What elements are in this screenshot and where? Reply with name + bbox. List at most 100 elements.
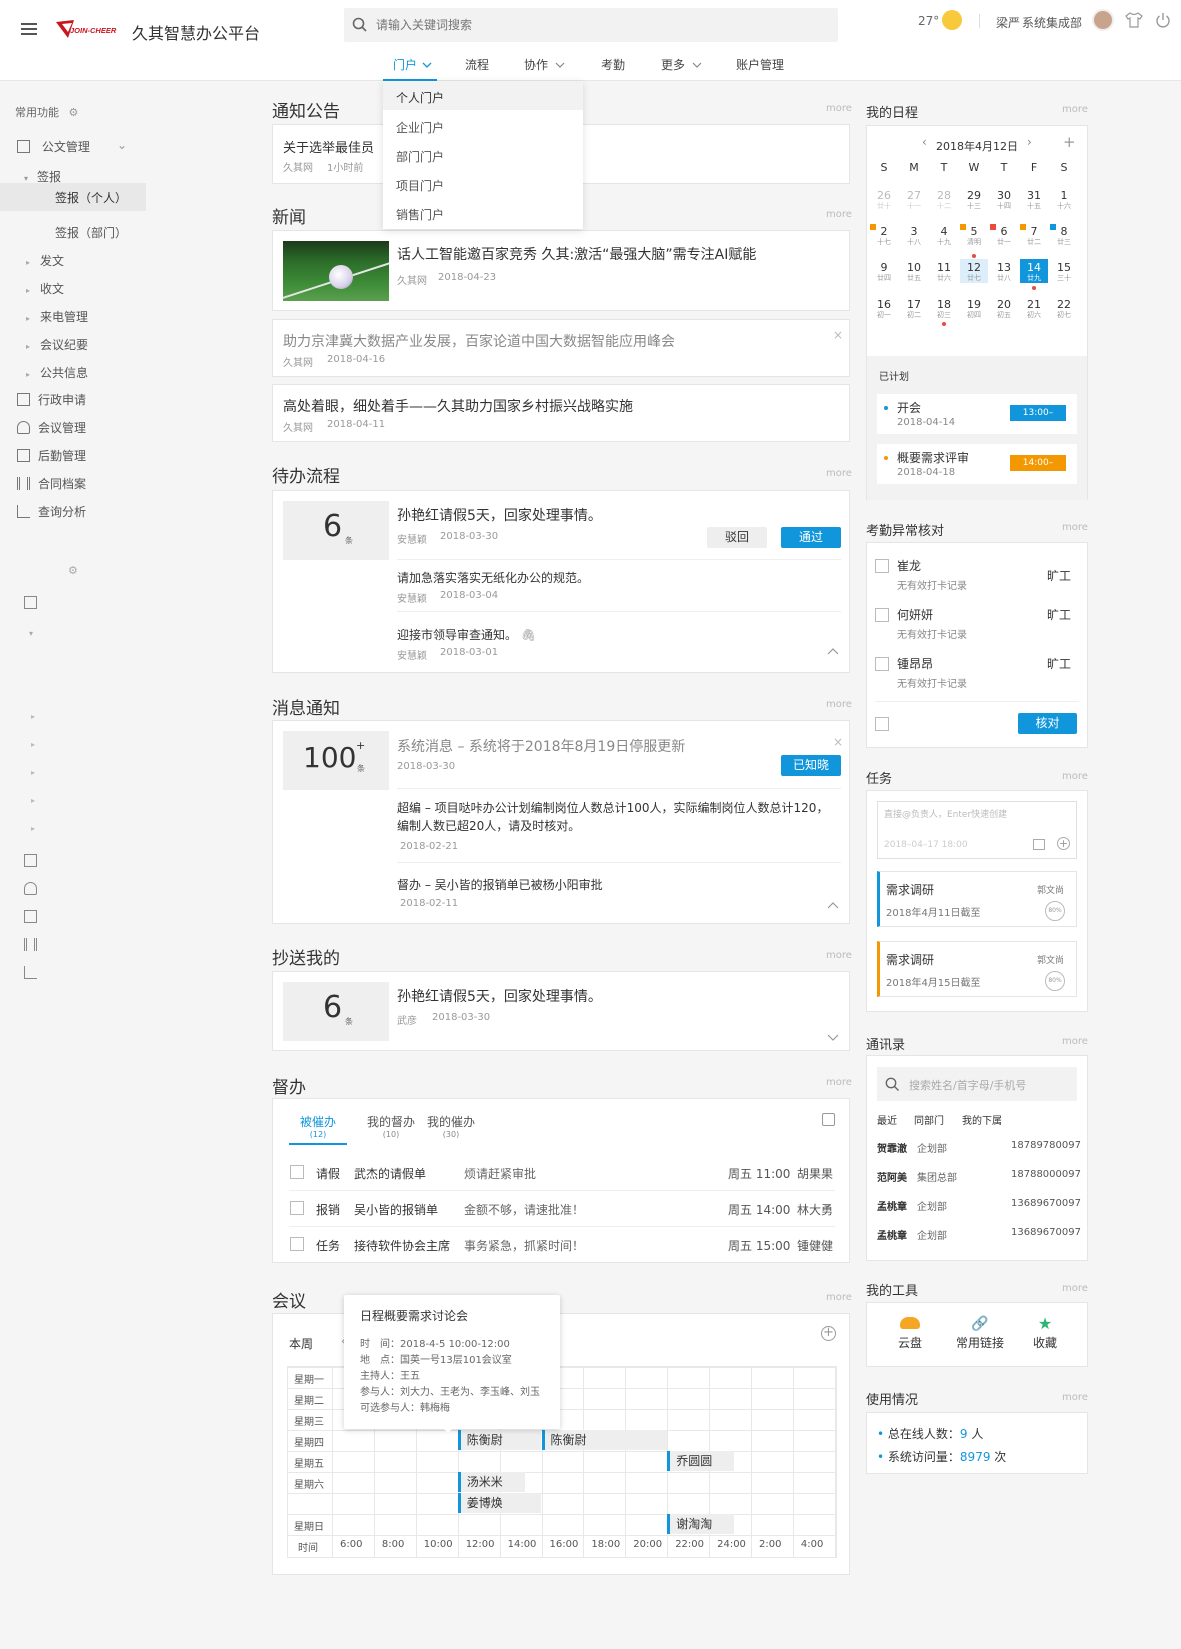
- box-icon[interactable]: [24, 910, 37, 923]
- dropdown-item-department[interactable]: 部门门户: [396, 148, 444, 165]
- calendar-day[interactable]: 9 廿四: [870, 262, 898, 283]
- plan-item[interactable]: 开会 2018-04-14 13:00–16:00: [877, 394, 1077, 434]
- row-checkbox[interactable]: [290, 1201, 304, 1215]
- calendar-icon[interactable]: [1033, 839, 1045, 850]
- tab-portal[interactable]: 门户: [383, 56, 437, 81]
- tab-urged[interactable]: 被催办 (12): [289, 1113, 347, 1145]
- chevron-down-icon[interactable]: [827, 1031, 839, 1045]
- task-item[interactable]: 需求调研 郭文尚 2018年4月11日截至 80%: [877, 871, 1077, 927]
- calendar-day[interactable]: 10 廿五: [900, 262, 928, 283]
- todo-more-link[interactable]: more: [826, 468, 852, 479]
- sidebar-item-signing-personal[interactable]: 签报（个人）: [0, 183, 146, 211]
- document-icon[interactable]: [24, 596, 37, 609]
- add-icon[interactable]: +: [821, 1326, 836, 1341]
- sidebar-item-calls[interactable]: ▸ 来电管理: [26, 308, 88, 325]
- power-icon[interactable]: [1155, 12, 1171, 31]
- plan-item[interactable]: 概要需求评审 2018-04-18 14:00–17:00: [877, 444, 1077, 484]
- calendar-day[interactable]: 18 初三: [930, 299, 958, 320]
- checklist-icon[interactable]: [822, 1113, 835, 1126]
- attendance-item[interactable]: 何妍妍 无有效打卡记录 旷工: [875, 602, 1079, 648]
- task-input-box[interactable]: 直接@负责人，Enter快速创建 2018–04–17 18:00 +: [877, 801, 1077, 859]
- search-input[interactable]: [376, 15, 816, 35]
- messages-more-link[interactable]: more: [826, 699, 852, 710]
- todo-item[interactable]: 迎接市领导审查通知。 🖇: [397, 626, 536, 643]
- sidebar-item-outgoing[interactable]: ▸ 发文: [26, 252, 64, 269]
- select-all-checkbox[interactable]: [875, 717, 889, 731]
- reject-button[interactable]: 驳回: [707, 527, 767, 548]
- tab-attendance[interactable]: 考勤: [601, 56, 625, 73]
- archive-icon[interactable]: [24, 938, 37, 951]
- contacts-tab-department[interactable]: 同部门: [914, 1112, 944, 1127]
- sidebar-item-minutes[interactable]: ▸ 会议纪要: [26, 336, 88, 353]
- sidebar-item-admin[interactable]: 行政申请: [17, 391, 86, 408]
- attendance-item[interactable]: 崔龙 无有效打卡记录 旷工: [875, 553, 1079, 599]
- skin-icon[interactable]: [1125, 12, 1143, 31]
- tab-account[interactable]: 账户管理: [736, 56, 784, 73]
- news-item[interactable]: 高处着眼，细处着手——久其助力国家乡村振兴战略实施 久其网 2018-04-11: [272, 384, 850, 442]
- contacts-tab-subordinates[interactable]: 我的下属: [962, 1112, 1002, 1127]
- chevron-right-icon[interactable]: ▸: [31, 768, 35, 777]
- news-title[interactable]: 高处着眼，细处着手——久其助力国家乡村振兴战略实施: [283, 396, 633, 416]
- sidebar-item-public-info[interactable]: ▸ 公共信息: [26, 364, 88, 381]
- contact-row[interactable]: 范阿美 集团总部 18788000097: [877, 1169, 1081, 1191]
- news-title[interactable]: 助力京津冀大数据产业发展，百家论道中国大数据智能应用峰会: [283, 331, 675, 351]
- gear-icon[interactable]: ⚙: [68, 564, 78, 577]
- calendar-day[interactable]: 20 初五: [990, 299, 1018, 320]
- tab-my-urge[interactable]: 我的催办 (30): [423, 1113, 479, 1139]
- calendar-day[interactable]: 4 十九: [930, 226, 958, 247]
- cc-item-title[interactable]: 孙艳红请假5天，回家处理事情。: [397, 986, 602, 1006]
- message-title[interactable]: 督办 – 吴小皆的报销单已被杨小阳审批: [397, 876, 603, 893]
- calendar-day[interactable]: 27 十一: [900, 190, 928, 211]
- calendar-day[interactable]: 1 十六: [1050, 190, 1078, 211]
- chevron-up-icon[interactable]: [827, 898, 839, 912]
- usage-more-link[interactable]: more: [1062, 1392, 1088, 1403]
- chevron-right-icon[interactable]: ▸: [31, 740, 35, 749]
- calendar-day[interactable]: 21 初六: [1020, 299, 1048, 320]
- supervise-more-link[interactable]: more: [826, 1077, 852, 1088]
- meeting-event[interactable]: 陈衡尉: [541, 1430, 668, 1450]
- dropdown-item-sales[interactable]: 销售门户: [396, 206, 444, 223]
- meeting-more-link[interactable]: more: [826, 1292, 852, 1303]
- contact-row[interactable]: 孟桃章 企划部 13689670097: [877, 1198, 1081, 1220]
- todo-item-title[interactable]: 请加急落实落实无纸化办公的规范。: [397, 569, 589, 586]
- approve-button[interactable]: 通过: [781, 527, 841, 548]
- calendar-day[interactable]: 31 十五: [1020, 190, 1048, 211]
- calendar-day[interactable]: 3 十八: [900, 226, 928, 247]
- tasks-more-link[interactable]: more: [1062, 771, 1088, 782]
- sidebar-item-logistics[interactable]: 后勤管理: [17, 447, 86, 464]
- todo-item-title[interactable]: 孙艳红请假5天，回家处理事情。: [397, 505, 602, 525]
- notice-item-title[interactable]: 关于选举最佳员: [283, 137, 374, 156]
- calendar-day[interactable]: 13 廿八: [990, 262, 1018, 283]
- dropdown-item-personal[interactable]: 个人门户: [383, 81, 583, 110]
- sidebar-item-contracts[interactable]: 合同档案: [17, 475, 86, 492]
- meeting-event[interactable]: 姜博焕: [457, 1493, 542, 1513]
- news-item[interactable]: 助力京津冀大数据产业发展，百家论道中国大数据智能应用峰会 久其网 2018-04…: [272, 319, 850, 377]
- contacts-tab-recent[interactable]: 最近: [877, 1112, 897, 1127]
- calendar-day[interactable]: 14 廿九: [1020, 259, 1048, 283]
- news-title[interactable]: 话人工智能邀百家竞秀 久其:激活“最强大脑”需专注AI赋能: [397, 244, 756, 264]
- attendance-item[interactable]: 锺昂昂 无有效打卡记录 旷工: [875, 651, 1079, 697]
- dropdown-item-project[interactable]: 项目门户: [396, 177, 444, 194]
- contact-row[interactable]: 贺霏澈 企划部 18789780097: [877, 1140, 1081, 1162]
- calendar-day[interactable]: 19 初四: [960, 299, 988, 320]
- chart-icon[interactable]: [24, 966, 37, 979]
- news-more-link[interactable]: more: [826, 209, 852, 220]
- confirm-button[interactable]: 核对: [1018, 713, 1077, 734]
- tab-my-supervise[interactable]: 我的督办 (10): [363, 1113, 419, 1139]
- sidebar-item-meetings[interactable]: 会议管理: [17, 419, 86, 436]
- calendar-day[interactable]: 15 三十: [1050, 262, 1078, 283]
- calendar-day[interactable]: 11 廿六: [930, 262, 958, 283]
- task-item[interactable]: 需求调研 郭文尚 2018年4月15日截至 80%: [877, 941, 1077, 997]
- calendar-day[interactable]: 29 十三: [960, 190, 988, 211]
- chevron-right-icon[interactable]: ▸: [31, 796, 35, 805]
- tab-process[interactable]: 流程: [465, 56, 489, 73]
- calendar-day[interactable]: 16 初一: [870, 299, 898, 320]
- calendar-day[interactable]: 22 初七: [1050, 299, 1078, 320]
- cc-more-link[interactable]: more: [826, 950, 852, 961]
- dropdown-item-enterprise[interactable]: 企业门户: [396, 119, 444, 136]
- calendar-day[interactable]: 17 初二: [900, 299, 928, 320]
- table-row[interactable]: 任务 接待软件协会主席 事务紧急，抓紧时间！ 周五 15:00 锺健健: [289, 1227, 835, 1263]
- tab-collab[interactable]: 协作: [524, 56, 565, 73]
- tab-more[interactable]: 更多: [661, 56, 702, 73]
- meeting-event[interactable]: 乔圆圆: [667, 1451, 735, 1471]
